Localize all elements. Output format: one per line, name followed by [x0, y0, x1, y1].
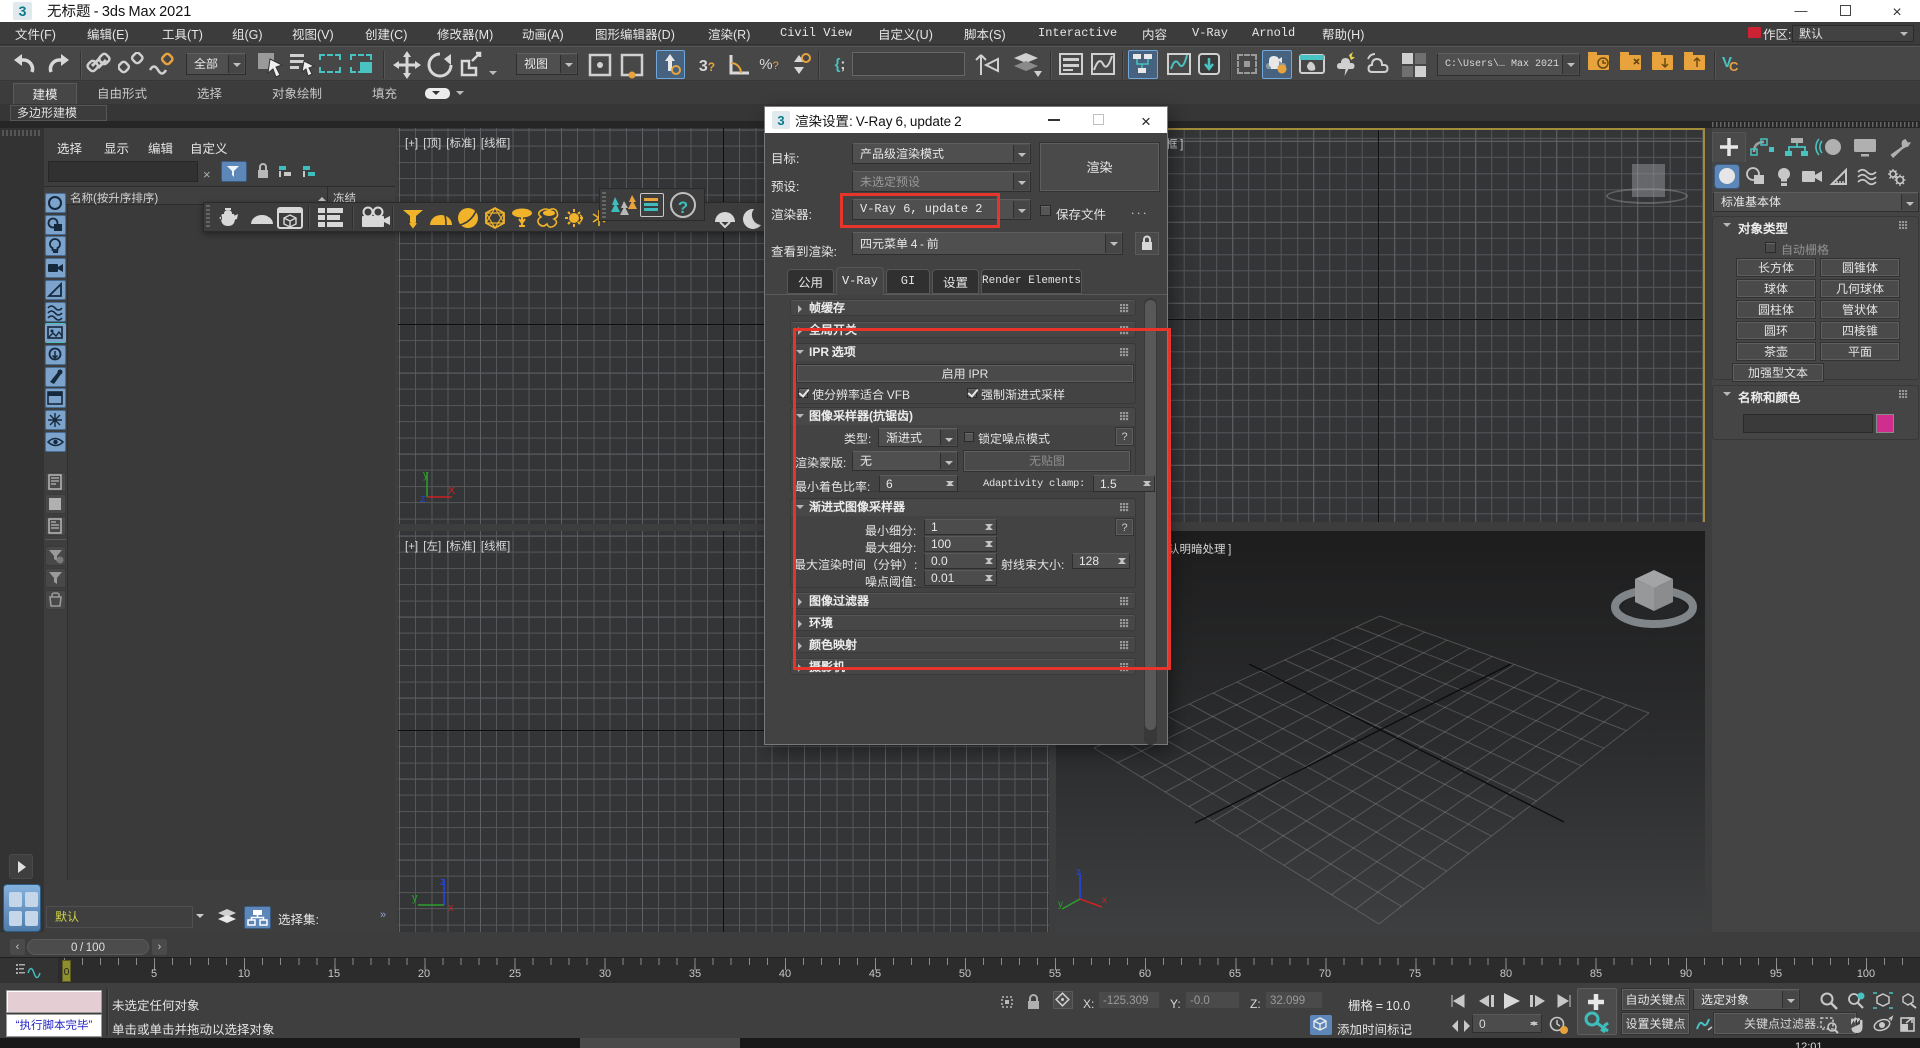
svg-text:z: z — [440, 873, 446, 889]
svg-text:z: z — [420, 490, 426, 506]
svg-text:x: x — [448, 899, 454, 913]
svg-text:y: y — [423, 466, 429, 482]
svg-text:y: y — [412, 889, 418, 905]
svg-text:z: z — [1076, 867, 1081, 878]
svg-text:x: x — [1102, 891, 1107, 906]
svg-text:y: y — [1058, 895, 1063, 910]
svg-text:X: X — [448, 482, 456, 498]
